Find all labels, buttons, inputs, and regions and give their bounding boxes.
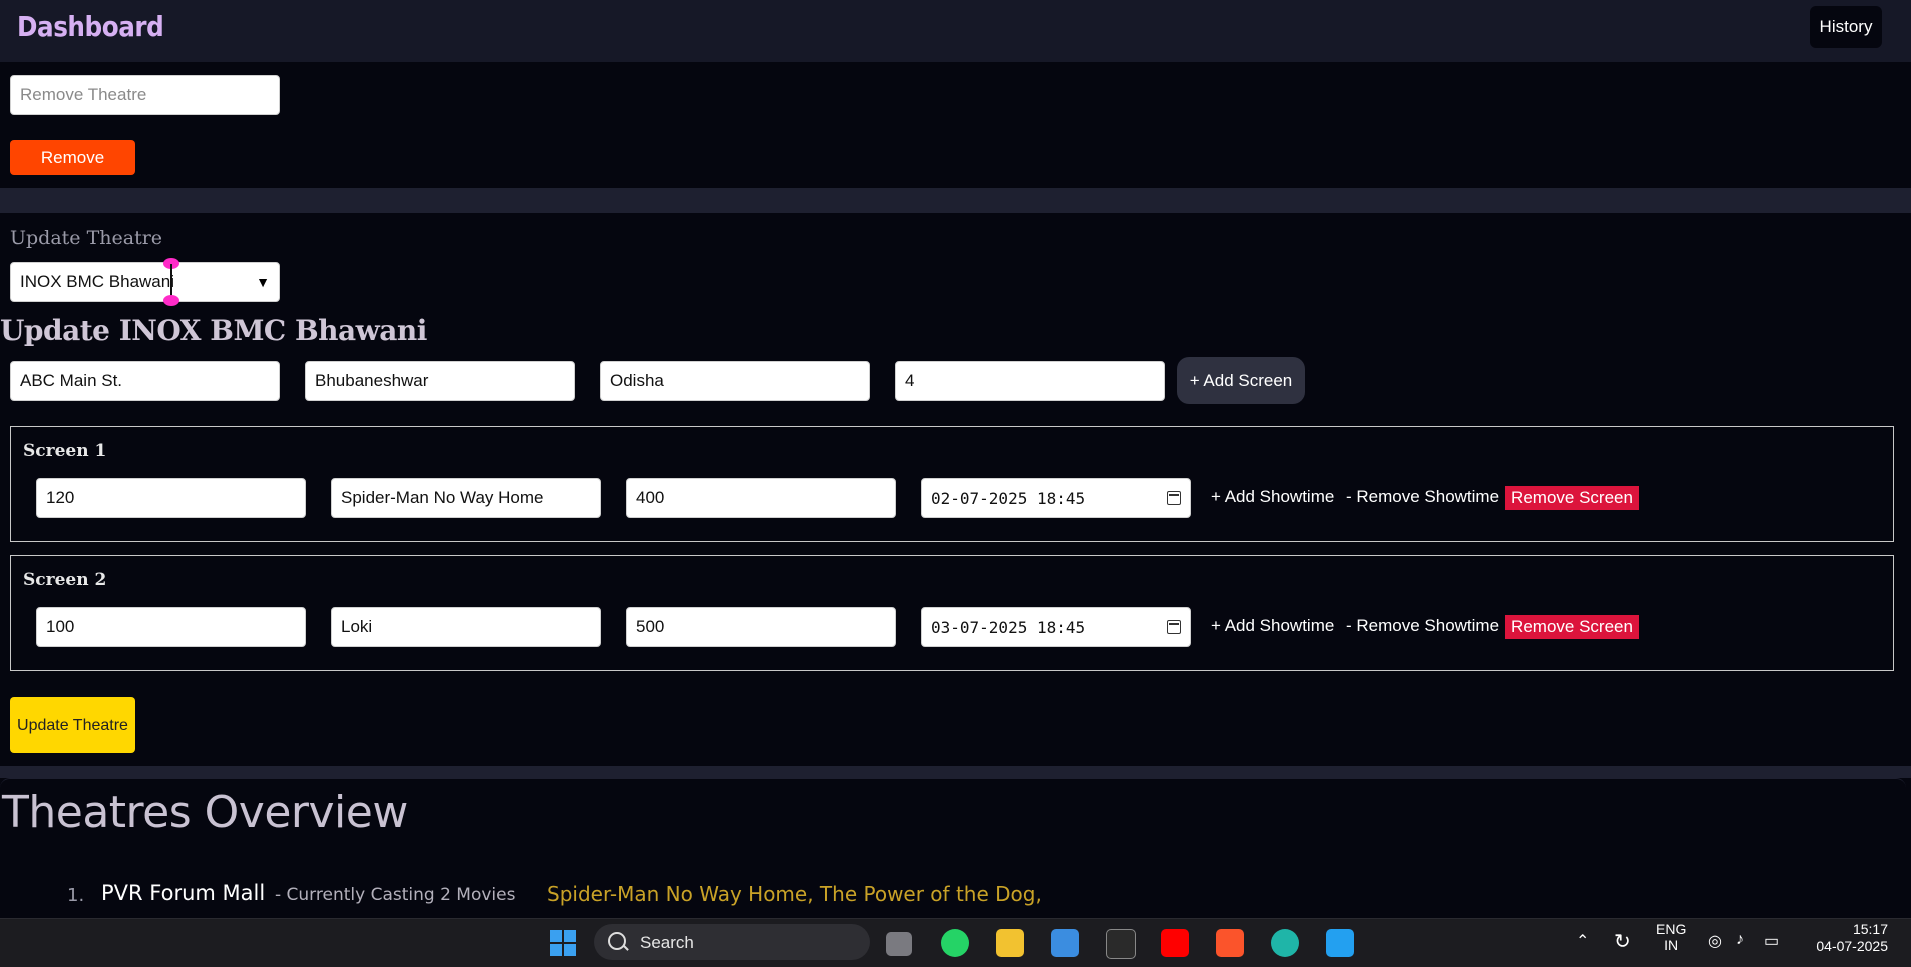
selected-theatre-value: INOX BMC Bhawani bbox=[20, 272, 174, 291]
section-divider bbox=[0, 188, 1911, 213]
clock-time: 15:17 bbox=[1852, 921, 1888, 937]
remove-screen-button[interactable]: Remove Screen bbox=[1505, 486, 1639, 510]
remove-theatre-input[interactable] bbox=[10, 75, 280, 115]
taskbar-search[interactable]: Search bbox=[594, 924, 870, 960]
seats-input[interactable] bbox=[36, 478, 306, 518]
screen-title: Screen 1 bbox=[23, 441, 107, 461]
whatsapp-icon[interactable] bbox=[941, 929, 969, 957]
price-input[interactable] bbox=[626, 478, 896, 518]
text-cursor-handle[interactable] bbox=[163, 258, 179, 306]
movie-input[interactable] bbox=[331, 478, 601, 518]
seats-input[interactable] bbox=[36, 607, 306, 647]
network-icon[interactable]: ◎ bbox=[1708, 931, 1722, 951]
clock[interactable]: 15:17 04-07-2025 bbox=[1808, 921, 1888, 955]
theatre-select[interactable]: INOX BMC Bhawani ▼ bbox=[10, 262, 280, 302]
remove-theatre-panel: Remove bbox=[0, 62, 1911, 188]
language-code: ENG bbox=[1656, 921, 1687, 937]
windows-start-icon[interactable] bbox=[549, 929, 577, 957]
battery-icon[interactable]: ▭ bbox=[1764, 931, 1779, 951]
brave-icon[interactable] bbox=[1216, 929, 1244, 957]
showtime-value: 03-07-2025 18:45 bbox=[931, 617, 1086, 637]
theatres-overview: Theatres Overview 1. PVR Forum Mall - Cu… bbox=[0, 778, 1906, 919]
calendar-icon[interactable] bbox=[1167, 491, 1181, 505]
overview-title: Theatres Overview bbox=[2, 787, 408, 838]
clock-date: 04-07-2025 bbox=[1816, 938, 1888, 954]
file-explorer-icon[interactable] bbox=[996, 929, 1024, 957]
volume-icon[interactable]: ♪ bbox=[1736, 931, 1744, 949]
remove-button[interactable]: Remove bbox=[10, 140, 135, 175]
section-divider bbox=[0, 766, 1911, 778]
history-button[interactable]: History bbox=[1810, 6, 1882, 48]
movie-input[interactable] bbox=[331, 607, 601, 647]
search-icon bbox=[608, 932, 626, 950]
movie-count: - Currently Casting 2 Movies bbox=[275, 885, 516, 905]
dashboard-title: Dashboard bbox=[17, 10, 164, 43]
remove-screen-button[interactable]: Remove Screen bbox=[1505, 615, 1639, 639]
region-code: IN bbox=[1664, 937, 1679, 953]
update-heading: Update INOX BMC Bhawani bbox=[0, 314, 427, 347]
address-input[interactable] bbox=[10, 361, 280, 401]
state-input[interactable] bbox=[600, 361, 870, 401]
remove-showtime-button[interactable]: - Remove Showtime bbox=[1346, 616, 1499, 636]
screen-card: Screen 2 03-07-2025 18:45 + Add Showtime… bbox=[10, 555, 1894, 671]
showtime-value: 02-07-2025 18:45 bbox=[931, 488, 1086, 508]
taskbar-search-label: Search bbox=[640, 933, 694, 952]
calendar-icon[interactable] bbox=[1167, 620, 1181, 634]
screen-title: Screen 2 bbox=[23, 570, 107, 590]
language-indicator[interactable]: ENG IN bbox=[1656, 921, 1686, 953]
add-screen-button[interactable]: + Add Screen bbox=[1177, 357, 1305, 404]
screen-card: Screen 1 02-07-2025 18:45 + Add Showtime… bbox=[10, 426, 1894, 542]
add-showtime-button[interactable]: + Add Showtime bbox=[1211, 487, 1334, 507]
os-taskbar: Search ⌃ ↻ ENG IN ◎ ♪ ▭ 15:17 04-07-2025 bbox=[0, 918, 1911, 967]
list-item-number: 1. bbox=[67, 885, 85, 906]
store-icon[interactable] bbox=[1051, 929, 1079, 957]
showtime-datetime-input[interactable]: 02-07-2025 18:45 bbox=[921, 478, 1191, 518]
vscode-icon[interactable] bbox=[1326, 929, 1354, 957]
theatre-name: PVR Forum Mall bbox=[101, 881, 266, 905]
showtime-datetime-input[interactable]: 03-07-2025 18:45 bbox=[921, 607, 1191, 647]
task-view-icon[interactable] bbox=[886, 932, 912, 956]
dropdown-arrow-icon: ▼ bbox=[256, 274, 270, 290]
add-showtime-button[interactable]: + Add Showtime bbox=[1211, 616, 1334, 636]
update-theatre-button[interactable]: Update Theatre bbox=[10, 697, 135, 753]
edge-icon[interactable] bbox=[1271, 929, 1299, 957]
movie-list: Spider-Man No Way Home, The Power of the… bbox=[547, 882, 1042, 906]
screen-count-input[interactable] bbox=[895, 361, 1165, 401]
update-theatre-label: Update Theatre bbox=[10, 227, 163, 249]
remove-showtime-button[interactable]: - Remove Showtime bbox=[1346, 487, 1499, 507]
chevron-up-icon[interactable]: ⌃ bbox=[1576, 931, 1589, 951]
app-header: Dashboard History bbox=[0, 0, 1911, 62]
price-input[interactable] bbox=[626, 607, 896, 647]
youtube-icon[interactable] bbox=[1161, 929, 1189, 957]
terminal-icon[interactable] bbox=[1106, 929, 1136, 959]
city-input[interactable] bbox=[305, 361, 575, 401]
sync-icon[interactable]: ↻ bbox=[1614, 929, 1631, 954]
